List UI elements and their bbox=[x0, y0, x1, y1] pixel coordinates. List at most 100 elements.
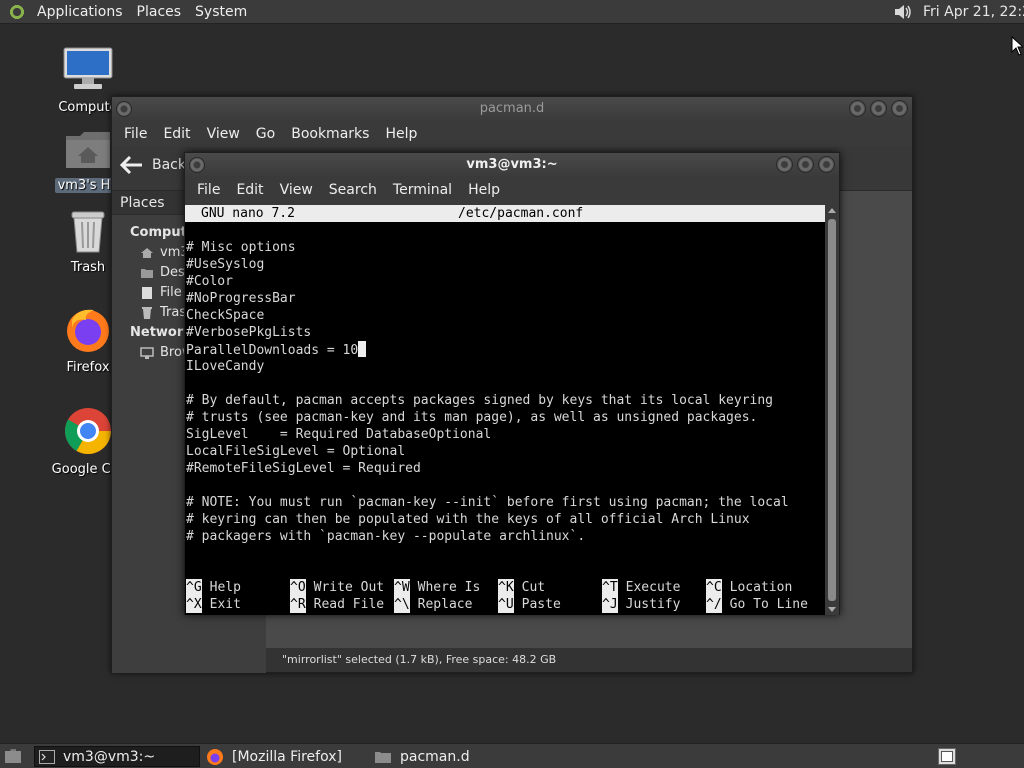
folder-icon bbox=[141, 268, 153, 278]
close-button[interactable] bbox=[891, 100, 908, 117]
shortcut-location[interactable]: ^C Location bbox=[706, 579, 792, 596]
shortcut-write-out[interactable]: ^O Write Out bbox=[290, 579, 384, 596]
workspace-1[interactable] bbox=[941, 751, 953, 762]
shortcut-where-is[interactable]: ^W Where Is bbox=[394, 579, 480, 596]
sidebar-item-home[interactable]: vm3 bbox=[140, 245, 189, 260]
menu-edit[interactable]: Edit bbox=[228, 182, 271, 198]
task-firefox[interactable]: [Mozilla Firefox] bbox=[202, 746, 368, 767]
terminal-icon bbox=[39, 749, 55, 764]
maximize-button[interactable] bbox=[797, 156, 814, 173]
top-panel: Applications Places System Fri Apr 21, 2… bbox=[0, 0, 1024, 24]
nano-filename: /etc/pacman.conf bbox=[458, 206, 584, 221]
buffer-line bbox=[186, 375, 826, 392]
buffer-line bbox=[186, 477, 826, 494]
shortcut-go-to-line[interactable]: ^/Go To Line bbox=[706, 596, 808, 613]
shortcut-read-file[interactable]: ^R Read File bbox=[290, 596, 384, 613]
buffer-line: # packagers with `pacman-key --populate … bbox=[186, 529, 586, 544]
terminal-titlebar[interactable]: vm3@vm3:~ bbox=[185, 153, 839, 177]
trash-icon bbox=[71, 211, 105, 253]
trash-icon bbox=[142, 306, 152, 319]
menu-go[interactable]: Go bbox=[248, 126, 283, 142]
folder-icon bbox=[375, 751, 391, 763]
scroll-up-arrow-icon[interactable] bbox=[828, 208, 836, 213]
workspace-switcher[interactable] bbox=[938, 748, 956, 765]
buffer-line: # keyring can then be populated with the… bbox=[186, 512, 750, 527]
menu-view[interactable]: View bbox=[199, 126, 248, 142]
file-manager-titlebar[interactable]: pacman.d bbox=[112, 97, 912, 121]
back-arrow-icon bbox=[120, 155, 142, 175]
buffer-line: ILoveCandy bbox=[186, 359, 265, 374]
show-desktop-icon[interactable] bbox=[4, 748, 22, 764]
back-label: Back bbox=[152, 157, 186, 173]
computer-icon bbox=[63, 47, 113, 89]
mouse-pointer-icon bbox=[1011, 36, 1023, 56]
text-cursor bbox=[358, 341, 367, 357]
window-title: vm3@vm3:~ bbox=[466, 157, 558, 172]
buffer-line: #VerbosePkgLists bbox=[186, 325, 312, 340]
buffer-line: LocalFileSigLevel = Optional bbox=[186, 444, 406, 459]
back-button[interactable]: Back bbox=[120, 155, 186, 175]
menu-search[interactable]: Search bbox=[321, 182, 385, 198]
terminal-screen[interactable]: GNU nano 7.2 /etc/pacman.conf # Misc opt… bbox=[185, 205, 827, 615]
panel-menu-applications[interactable]: Applications bbox=[30, 0, 130, 24]
shortcut-replace[interactable]: ^\ Replace bbox=[394, 596, 472, 613]
menu-terminal[interactable]: Terminal bbox=[385, 182, 460, 198]
minimize-button[interactable] bbox=[776, 156, 793, 173]
scrollbar-thumb[interactable] bbox=[828, 219, 836, 601]
menu-file[interactable]: File bbox=[189, 182, 228, 198]
terminal-scrollbar[interactable] bbox=[825, 205, 839, 615]
maximize-button[interactable] bbox=[870, 100, 887, 117]
nano-buffer[interactable]: # Misc options #UseSyslog #Color #NoProg… bbox=[186, 239, 826, 545]
scroll-down-arrow-icon[interactable] bbox=[828, 607, 836, 612]
firefox-icon bbox=[67, 309, 109, 352]
shortcut-execute[interactable]: ^T Execute bbox=[602, 579, 680, 596]
nano-title-bar: GNU nano 7.2 /etc/pacman.conf bbox=[185, 205, 827, 222]
file-manager-menubar: File Edit View Go Bookmarks Help bbox=[112, 121, 912, 147]
shortcut-paste[interactable]: ^U Paste bbox=[498, 596, 561, 613]
terminal-menubar: File Edit View Search Terminal Help bbox=[185, 177, 839, 203]
shortcut-help[interactable]: ^G Help bbox=[186, 579, 241, 596]
network-icon bbox=[140, 346, 154, 359]
task-terminal[interactable]: vm3@vm3:~ bbox=[34, 746, 200, 767]
buffer-line: SigLevel = Required DatabaseOptional bbox=[186, 427, 492, 442]
desktop-icon-label: Trash bbox=[70, 260, 106, 275]
shortcut-justify[interactable]: ^J Justify bbox=[602, 596, 680, 613]
menu-file[interactable]: File bbox=[116, 126, 155, 142]
sidebar-item-filesystem[interactable]: File bbox=[140, 285, 182, 300]
window-menu-button[interactable] bbox=[116, 101, 132, 117]
buffer-line: # By default, pacman accepts packages si… bbox=[186, 393, 773, 408]
buffer-line: # trusts (see pacman-key and its man pag… bbox=[186, 410, 758, 425]
nano-version: GNU nano 7.2 bbox=[201, 206, 295, 221]
menu-view[interactable]: View bbox=[272, 182, 321, 198]
bottom-taskbar: vm3@vm3:~ [Mozilla Firefox] pacman.d bbox=[0, 743, 1024, 768]
desktop-icon-label: Compute bbox=[58, 100, 118, 115]
buffer-line: # Misc options bbox=[186, 240, 296, 255]
firefox-icon bbox=[207, 748, 223, 765]
menu-bookmarks[interactable]: Bookmarks bbox=[283, 126, 377, 142]
window-title: pacman.d bbox=[479, 101, 545, 116]
close-button[interactable] bbox=[818, 156, 835, 173]
file-icon bbox=[142, 286, 152, 299]
minimize-button[interactable] bbox=[849, 100, 866, 117]
buffer-line: # NOTE: You must run `pacman-key --init`… bbox=[186, 495, 789, 510]
home-icon bbox=[141, 247, 153, 258]
menu-help[interactable]: Help bbox=[377, 126, 425, 142]
buffer-line: #NoProgressBar bbox=[186, 291, 296, 306]
menu-help[interactable]: Help bbox=[460, 182, 508, 198]
window-menu-button[interactable] bbox=[189, 157, 205, 173]
menu-edit[interactable]: Edit bbox=[155, 126, 198, 142]
clock[interactable]: Fri Apr 21, 22:25 bbox=[923, 0, 1024, 24]
buffer-line: #RemoteFileSigLevel = Required bbox=[186, 461, 421, 476]
panel-menu-places[interactable]: Places bbox=[130, 0, 189, 24]
task-file-manager[interactable]: pacman.d bbox=[370, 746, 536, 767]
shortcut-cut[interactable]: ^K Cut bbox=[498, 579, 545, 596]
chrome-icon bbox=[65, 408, 111, 454]
buffer-line: CheckSpace bbox=[186, 308, 265, 323]
sidebar-heading-network: Network bbox=[130, 325, 192, 340]
volume-icon[interactable] bbox=[893, 3, 913, 21]
panel-menu-system[interactable]: System bbox=[188, 0, 254, 24]
shortcut-exit[interactable]: ^X Exit bbox=[186, 596, 241, 613]
distro-logo-icon[interactable] bbox=[8, 2, 26, 21]
terminal-window[interactable]: vm3@vm3:~ File Edit View Search Terminal… bbox=[184, 152, 840, 615]
buffer-line-text: ParallelDownloads = 10 bbox=[186, 343, 359, 358]
